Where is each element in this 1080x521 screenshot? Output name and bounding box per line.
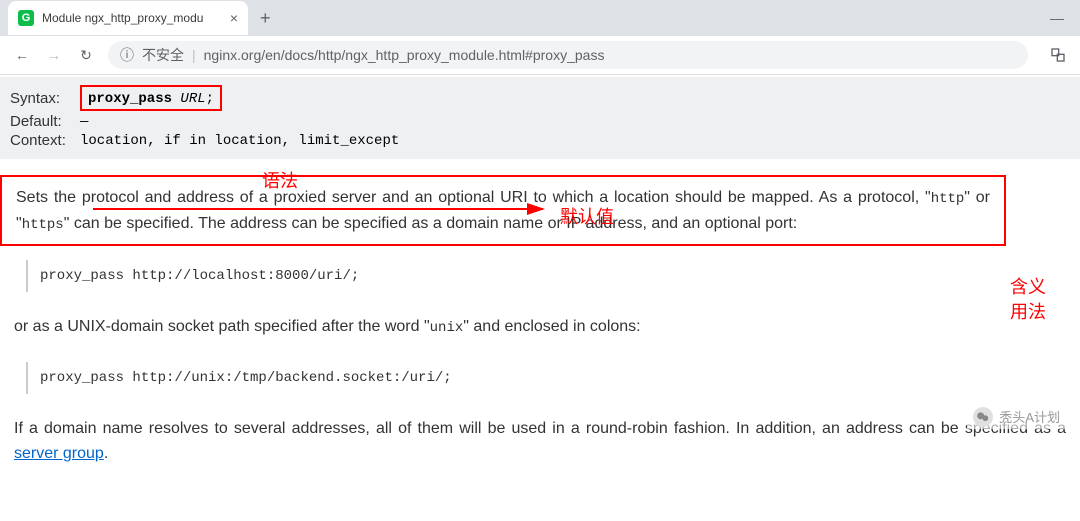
annotation-syntax: 语法 bbox=[262, 167, 298, 193]
reload-button[interactable]: ↻ bbox=[72, 41, 100, 69]
window-controls: — bbox=[1034, 0, 1080, 36]
favicon-icon: G bbox=[18, 10, 34, 26]
address-bar[interactable]: ⓘ 不安全 | nginx.org/en/docs/http/ngx_http_… bbox=[108, 41, 1028, 69]
back-button[interactable]: ← bbox=[8, 41, 36, 69]
context-value: location, if in location, limit_except bbox=[80, 133, 399, 149]
syntax-command: proxy_pass URL; bbox=[88, 91, 214, 107]
wechat-icon bbox=[973, 407, 993, 427]
code-example-2: proxy_pass http://unix:/tmp/backend.sock… bbox=[26, 362, 1080, 394]
info-icon[interactable]: ⓘ bbox=[120, 45, 134, 65]
browser-tab[interactable]: G Module ngx_http_proxy_modu × bbox=[8, 1, 248, 35]
syntax-label: Syntax: bbox=[10, 90, 80, 107]
unix-socket-paragraph: or as a UNIX-domain socket path specifie… bbox=[0, 306, 1080, 348]
translate-icon[interactable] bbox=[1044, 41, 1072, 69]
watermark: 秃头A计划 bbox=[967, 405, 1066, 429]
annotation-meaning: 含义用法 bbox=[1010, 275, 1050, 325]
close-icon[interactable]: × bbox=[230, 10, 238, 26]
separator: | bbox=[192, 47, 196, 63]
default-value: — bbox=[80, 114, 88, 130]
server-group-link[interactable]: server group bbox=[14, 445, 104, 462]
annotation-default: 默认值 bbox=[560, 203, 614, 229]
url-text: nginx.org/en/docs/http/ngx_http_proxy_mo… bbox=[204, 47, 605, 63]
browser-chrome: G Module ngx_http_proxy_modu × + — ← → ↻… bbox=[0, 0, 1080, 75]
forward-button[interactable]: → bbox=[40, 41, 68, 69]
description-paragraph: Sets the protocol and address of a proxi… bbox=[0, 175, 1006, 246]
tab-title: Module ngx_http_proxy_modu bbox=[42, 11, 222, 25]
tab-bar: G Module ngx_http_proxy_modu × + — bbox=[0, 0, 1080, 36]
watermark-text: 秃头A计划 bbox=[999, 407, 1060, 426]
directive-box: Syntax: proxy_pass URL; Default: — Conte… bbox=[0, 77, 1080, 159]
minimize-button[interactable]: — bbox=[1034, 0, 1080, 36]
nav-bar: ← → ↻ ⓘ 不安全 | nginx.org/en/docs/http/ngx… bbox=[0, 36, 1080, 74]
page-content: Syntax: proxy_pass URL; Default: — Conte… bbox=[0, 77, 1080, 475]
round-robin-paragraph: If a domain name resolves to several add… bbox=[0, 408, 1080, 475]
code-example-1: proxy_pass http://localhost:8000/uri/; bbox=[26, 260, 1080, 292]
insecure-label: 不安全 bbox=[142, 45, 184, 65]
context-label: Context: bbox=[10, 132, 80, 149]
default-label: Default: bbox=[10, 113, 80, 130]
new-tab-button[interactable]: + bbox=[260, 8, 271, 29]
